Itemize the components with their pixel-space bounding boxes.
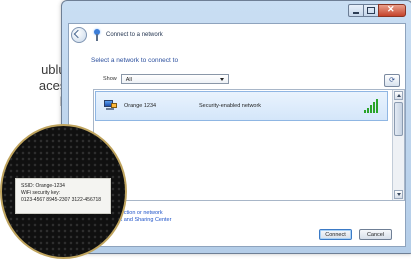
back-button[interactable] [71, 27, 87, 43]
minimize-button[interactable] [348, 4, 364, 17]
chevron-down-icon [217, 76, 227, 83]
network-name: Orange 1234 [124, 103, 157, 109]
network-icon [92, 29, 102, 41]
router-key-label: WiFi security key: [21, 190, 61, 196]
navigation-row: Connect to a network [69, 26, 163, 44]
dialog-heading: Select a network to connect to [91, 57, 179, 64]
network-list-item[interactable]: Orange 1234 Security-enabled network [95, 91, 388, 121]
router-ssid: SSID: Orange-1234 [21, 183, 65, 189]
scroll-down-icon[interactable] [394, 190, 403, 199]
network-list: Orange 1234 Security-enabled network [93, 89, 405, 201]
background-text-line: ublu- [41, 62, 70, 77]
show-dropdown[interactable]: All [120, 74, 229, 84]
background-text-line: acest [38, 78, 70, 93]
window-controls [348, 4, 406, 17]
background-text-line: k. [0, 94, 70, 110]
refresh-icon: ⟳ [389, 77, 395, 84]
title-bar [62, 1, 411, 23]
scroll-thumb[interactable] [394, 102, 403, 136]
router-label-inset: SSID: Orange-1234 WiFi security key: 012… [0, 124, 127, 259]
background-document-text: ublu- acest k. [0, 62, 70, 110]
close-button[interactable] [378, 4, 406, 17]
show-label: Show [103, 76, 117, 82]
router-key-value: 0123-4567 8945-2307 3122-456718 [21, 197, 102, 203]
network-security-status: Security-enabled network [199, 103, 262, 109]
router-sticker: SSID: Orange-1234 WiFi security key: 012… [15, 178, 111, 214]
list-scrollbar[interactable] [392, 90, 404, 200]
refresh-button[interactable]: ⟳ [384, 74, 400, 87]
window-title: Connect to a network [106, 32, 163, 38]
network-computer-icon [104, 100, 117, 110]
scroll-up-icon[interactable] [394, 91, 403, 100]
maximize-button[interactable] [363, 4, 379, 17]
connect-button[interactable]: Connect [319, 229, 352, 240]
show-dropdown-value: All [125, 77, 132, 83]
show-filter-row: Show All [103, 74, 229, 84]
cancel-button[interactable]: Cancel [359, 229, 392, 240]
signal-strength-icon [364, 99, 380, 113]
